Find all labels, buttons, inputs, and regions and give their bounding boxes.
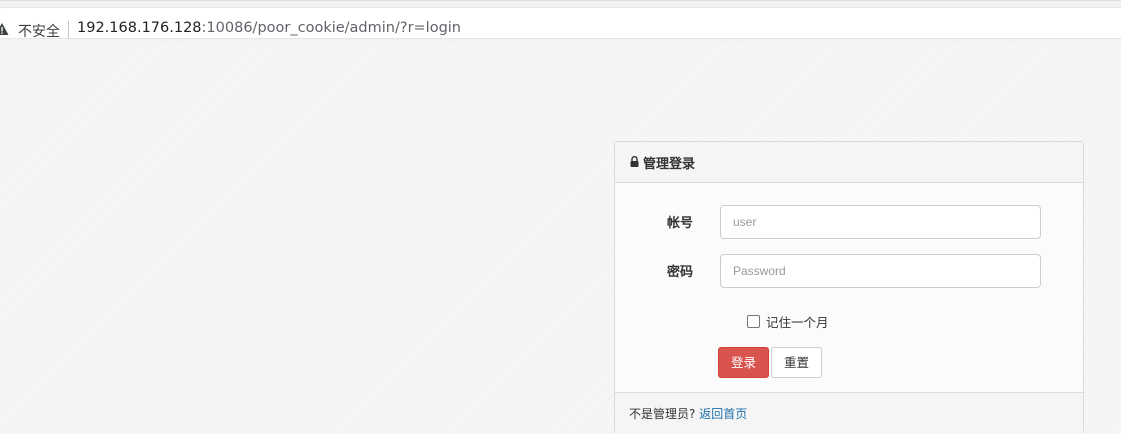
url-host: 192.168.176.128 <box>77 20 202 36</box>
back-home-link[interactable]: 返回首页 <box>699 407 747 421</box>
footer-note: 不是管理员? 返回首页 <box>629 405 747 422</box>
url-text[interactable]: 192.168.176.128:10086/poor_cookie/admin/… <box>77 20 461 36</box>
warning-triangle-icon[interactable] <box>0 22 9 36</box>
browser-address-bar: 不安全 192.168.176.128:10086/poor_cookie/ad… <box>0 0 1121 47</box>
username-label: 帐号 <box>667 216 694 231</box>
panel-heading: 管理登录 <box>615 142 1083 183</box>
footer-text: 不是管理员? <box>629 407 700 421</box>
login-button[interactable]: 登录 <box>718 347 769 378</box>
remember-me-label[interactable]: 记住一个月 <box>766 315 829 330</box>
lock-icon <box>630 156 639 167</box>
security-status-label[interactable]: 不安全 <box>18 21 60 41</box>
remember-me-option[interactable]: 记住一个月 <box>747 312 829 331</box>
panel-footer: 不是管理员? 返回首页 <box>615 392 1083 434</box>
password-label: 密码 <box>667 265 694 280</box>
username-input[interactable]: user <box>720 205 1041 239</box>
omnibox-divider <box>68 21 69 39</box>
url-path: :10086/poor_cookie/admin/?r=login <box>201 20 461 36</box>
url-omnibox[interactable]: 不安全 192.168.176.128:10086/poor_cookie/ad… <box>0 7 1121 41</box>
reset-button[interactable]: 重置 <box>771 347 822 378</box>
panel-title: 管理登录 <box>643 157 696 172</box>
login-panel: 管理登录 帐号 user 密码 Password 记住一个月 登录 重置 不是管… <box>614 141 1084 434</box>
remember-me-checkbox[interactable] <box>747 315 760 328</box>
password-input[interactable]: Password <box>720 254 1041 288</box>
